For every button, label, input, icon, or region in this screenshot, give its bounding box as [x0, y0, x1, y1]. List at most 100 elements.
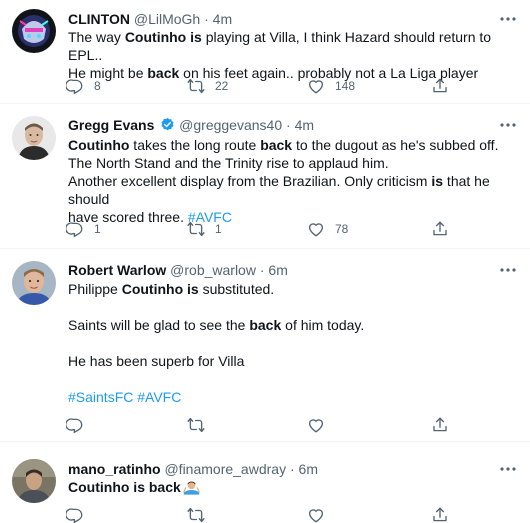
separator-dot: · — [259, 262, 265, 278]
tweet-actions: 8 22 148 — [60, 76, 460, 96]
share-button[interactable] — [431, 219, 449, 239]
retweet-button[interactable]: 22 — [187, 76, 228, 96]
retweet-button[interactable] — [187, 415, 215, 435]
text-run: to the dugout as he's subbed off. — [292, 137, 499, 153]
timestamp[interactable]: 6m — [299, 461, 318, 477]
tweet-1[interactable]: CLINTON @LilMoGh · 4m The way Coutinho i… — [0, 0, 530, 104]
share-button[interactable] — [431, 76, 449, 96]
timestamp[interactable]: 6m — [268, 262, 287, 278]
more-icon — [498, 116, 518, 134]
like-count: 78 — [335, 222, 349, 236]
separator-dot: · — [286, 117, 291, 133]
highlight-term: Coutinho is — [124, 29, 202, 45]
like-button[interactable]: 78 — [307, 219, 348, 239]
tweet-2[interactable]: Gregg Evans @greggevans40 · 4m Coutinho … — [0, 104, 530, 249]
tweet-actions — [60, 415, 460, 435]
reply-button[interactable] — [66, 505, 94, 523]
separator-dot: · — [289, 461, 295, 477]
retweet-button[interactable] — [187, 505, 215, 523]
highlight-term: Coutinho is back — [68, 479, 181, 495]
like-icon — [307, 77, 325, 95]
highlight-term: back — [260, 137, 293, 153]
more-icon — [498, 261, 518, 279]
user-handle[interactable]: @greggevans40 — [179, 117, 282, 133]
like-icon — [307, 220, 325, 238]
user-handle[interactable]: @finamore_awdray — [164, 461, 286, 477]
text-line: The North Stand and the Trinity rise to … — [68, 155, 389, 171]
text-run: of him today. — [281, 317, 365, 333]
tweet-header: Gregg Evans @greggevans40 · 4m — [68, 116, 314, 134]
share-button[interactable] — [431, 415, 449, 435]
text-run: substituted. — [198, 281, 275, 297]
text-run: Another excellent display from the Brazi… — [68, 173, 432, 189]
retweet-icon — [187, 506, 205, 523]
retweet-count: 22 — [215, 79, 229, 93]
reply-count: 8 — [94, 79, 101, 93]
reply-icon — [66, 220, 84, 238]
reply-icon — [66, 416, 84, 434]
like-button[interactable] — [307, 415, 335, 435]
reply-icon — [66, 506, 84, 523]
reply-icon — [66, 77, 84, 95]
display-name[interactable]: Gregg Evans — [68, 117, 154, 133]
avatar-image — [12, 9, 56, 53]
tweet-header: Robert Warlow @rob_warlow · 6m — [68, 261, 288, 279]
verified-badge-icon — [161, 117, 174, 131]
highlight-term: back — [249, 317, 282, 333]
tweet-header: CLINTON @LilMoGh · 4m — [68, 10, 232, 28]
text-run: The way — [68, 29, 125, 45]
separator-dot: · — [204, 11, 209, 27]
avatar-image — [12, 459, 56, 503]
tweet-text: Philippe Coutinho is substituted. Saints… — [68, 280, 524, 406]
tweet-text: The way Coutinho is playing at Villa, I … — [68, 28, 524, 82]
timestamp[interactable]: 4m — [213, 11, 232, 27]
avatar-mano-ratinho[interactable] — [12, 459, 56, 503]
avatar-image — [12, 261, 56, 305]
more-options-button[interactable] — [498, 460, 518, 478]
retweet-icon — [187, 77, 205, 95]
more-options-button[interactable] — [498, 261, 518, 279]
display-name[interactable]: Robert Warlow — [68, 262, 166, 278]
avatar-image — [12, 116, 56, 160]
share-icon — [431, 77, 449, 95]
avatar-clinton[interactable] — [12, 9, 56, 53]
like-button[interactable] — [307, 505, 335, 523]
share-icon — [431, 506, 449, 523]
tweet-3[interactable]: Robert Warlow @rob_warlow · 6m Philippe … — [0, 249, 530, 442]
reply-button[interactable] — [66, 415, 94, 435]
reply-count: 1 — [94, 222, 101, 236]
retweet-icon — [187, 416, 205, 434]
tweet-4[interactable]: mano_ratinho @finamore_awdray · 6m Couti… — [0, 442, 530, 523]
like-icon — [307, 416, 325, 434]
reply-button[interactable]: 1 — [66, 219, 101, 239]
like-count: 148 — [335, 79, 356, 93]
retweet-count: 1 — [215, 222, 222, 236]
display-name[interactable]: CLINTON — [68, 11, 130, 27]
highlight-term: Coutinho — [68, 137, 130, 153]
text-run: takes the long route — [129, 137, 261, 153]
like-button[interactable]: 148 — [307, 76, 355, 96]
hashtag-links[interactable]: #SaintsFC #AVFC — [68, 389, 181, 405]
tweet-actions: 1 1 78 — [60, 219, 460, 239]
avatar-gregg-evans[interactable] — [12, 116, 56, 160]
text-run: Saints will be glad to see the — [68, 317, 250, 333]
text-line: He has been superb for Villa — [68, 353, 245, 369]
more-options-button[interactable] — [498, 10, 518, 28]
reply-button[interactable]: 8 — [66, 76, 101, 96]
display-name[interactable]: mano_ratinho — [68, 461, 161, 477]
tweet-header: mano_ratinho @finamore_awdray · 6m — [68, 460, 318, 478]
user-handle[interactable]: @rob_warlow — [170, 262, 256, 278]
share-button[interactable] — [431, 505, 449, 523]
timestamp[interactable]: 4m — [295, 117, 314, 133]
retweet-button[interactable]: 1 — [187, 219, 222, 239]
more-options-button[interactable] — [498, 116, 518, 134]
retweet-icon — [187, 220, 205, 238]
share-icon — [431, 416, 449, 434]
avatar-robert-warlow[interactable] — [12, 261, 56, 305]
user-handle[interactable]: @LilMoGh — [134, 11, 200, 27]
text-run: Philippe — [68, 281, 122, 297]
tweet-text: Coutinho takes the long route back to th… — [68, 136, 524, 226]
man-shrugging-emoji-icon — [182, 481, 200, 495]
share-icon — [431, 220, 449, 238]
highlight-term: Coutinho is — [121, 281, 199, 297]
